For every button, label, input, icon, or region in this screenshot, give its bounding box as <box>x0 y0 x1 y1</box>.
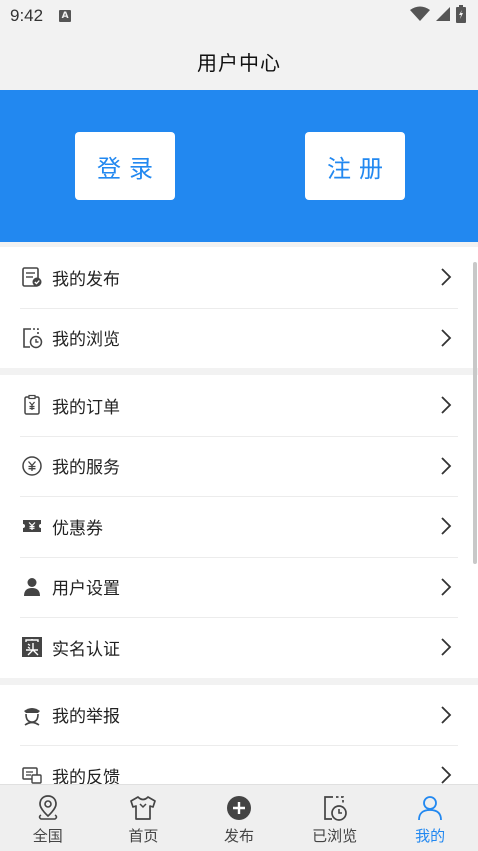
notification-a-icon: A <box>59 10 72 22</box>
menu-item-my-reports[interactable]: 我的举报 <box>0 685 478 746</box>
user-icon <box>20 575 44 599</box>
history-icon <box>20 326 44 350</box>
order-icon <box>20 393 44 417</box>
chevron-right-icon <box>436 516 456 536</box>
chevron-right-icon <box>436 637 456 657</box>
menu-item-label: 我的举报 <box>52 707 120 728</box>
menu-item-my-posts[interactable]: 我的发布 <box>0 247 478 308</box>
tab-browsed[interactable]: 已浏览 <box>287 785 383 851</box>
menu-item-label: 我的反馈 <box>52 767 120 784</box>
chevron-right-icon <box>436 395 456 415</box>
menu-item-label: 我的服务 <box>52 458 120 479</box>
feedback-icon <box>20 763 44 784</box>
tab-label: 发布 <box>223 827 254 845</box>
chevron-right-icon <box>436 267 456 287</box>
history-icon <box>320 793 350 823</box>
scrollbar[interactable] <box>473 262 477 564</box>
menu-item-my-history[interactable]: 我的浏览 <box>0 307 478 369</box>
signal-icon <box>435 6 451 26</box>
header: 用户中心 <box>0 32 478 90</box>
tab-home[interactable]: 首页 <box>96 785 192 851</box>
tab-nationwide[interactable]: 全国 <box>0 785 96 851</box>
chevron-right-icon <box>436 456 456 476</box>
location-icon <box>33 793 63 823</box>
menu-item-my-feedback[interactable]: 我的反馈 <box>0 745 478 784</box>
coupon-icon <box>20 514 44 538</box>
tab-publish[interactable]: 发布 <box>191 785 287 851</box>
shirt-icon <box>128 793 158 823</box>
chevron-right-icon <box>436 577 456 597</box>
menu-item-label: 我的浏览 <box>52 330 120 351</box>
menu-item-label: 我的订单 <box>52 397 120 418</box>
page-title: 用户中心 <box>197 50 281 75</box>
menu-group-3: 我的举报 我的反馈 <box>0 684 478 784</box>
menu-item-label: 优惠券 <box>52 518 103 539</box>
verify-icon <box>20 635 44 659</box>
menu-item-my-services[interactable]: 我的服务 <box>0 435 478 497</box>
auth-banner: 登录 注册 <box>0 90 478 242</box>
user-outline-icon <box>415 793 445 823</box>
login-button[interactable]: 登录 <box>75 132 175 200</box>
status-time: 9:42 <box>10 6 44 25</box>
menu-item-coupons[interactable]: 优惠券 <box>0 496 478 557</box>
menu-item-user-settings[interactable]: 用户设置 <box>0 556 478 618</box>
tab-label: 已浏览 <box>312 827 358 845</box>
yen-circle-icon <box>20 454 44 478</box>
wifi-icon <box>410 6 430 26</box>
menu-item-label: 我的发布 <box>52 269 120 290</box>
chevron-right-icon <box>436 765 456 784</box>
menu-group-1: 我的发布 我的浏览 <box>0 247 478 368</box>
bottom-tabbar: 全国 首页 发布 已浏览 我的 <box>0 784 478 851</box>
menu-item-label: 用户设置 <box>52 579 120 600</box>
menu-group-2: 我的订单 我的服务 优惠券 用户设置 实名认证 <box>0 375 478 678</box>
plus-circle-icon <box>224 793 254 823</box>
chevron-right-icon <box>436 705 456 725</box>
police-icon <box>20 703 44 727</box>
tab-mine[interactable]: 我的 <box>382 785 478 851</box>
tab-label: 全国 <box>32 827 63 845</box>
menu-item-label: 实名认证 <box>52 639 120 660</box>
tab-label: 我的 <box>415 827 446 845</box>
status-bar: 9:42 A <box>0 0 478 32</box>
post-icon <box>20 265 44 289</box>
tab-label: 首页 <box>128 827 159 845</box>
menu-item-my-orders[interactable]: 我的订单 <box>0 375 478 436</box>
menu-list[interactable]: 我的发布 我的浏览 我的订单 我的服务 优惠券 用户设置 实名认证 我的举报 我… <box>0 242 478 784</box>
battery-icon <box>456 5 466 27</box>
chevron-right-icon <box>436 328 456 348</box>
register-button[interactable]: 注册 <box>305 132 405 200</box>
menu-item-verification[interactable]: 实名认证 <box>0 617 478 678</box>
